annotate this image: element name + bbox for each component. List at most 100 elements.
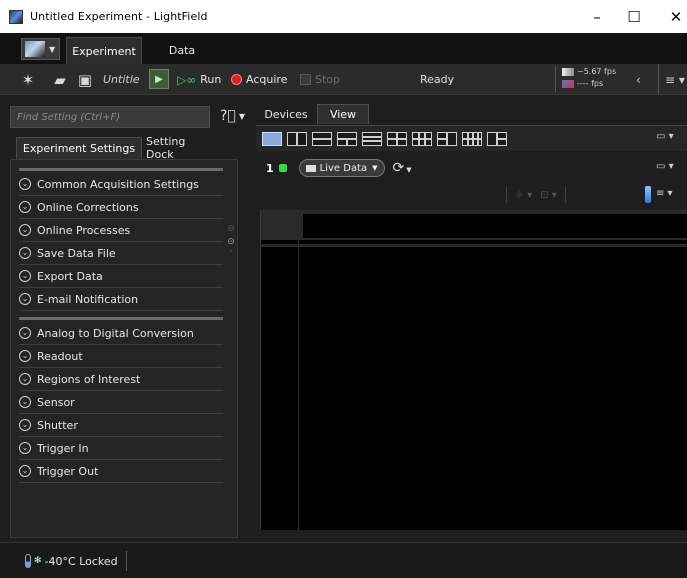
- view-panel: Devices View ▭ ▾ 1 Live Data ▼ ⟳ ▼ ▭ ▾ ☼ …: [252, 100, 687, 542]
- layout-top-bottom-split-button[interactable]: [337, 131, 357, 146]
- layout-three-rows-button[interactable]: [362, 131, 382, 146]
- new-experiment-button[interactable]: ✶: [18, 69, 38, 90]
- setting-shutter[interactable]: ⌄ Shutter: [19, 414, 223, 437]
- open-experiment-button[interactable]: ▰: [50, 69, 70, 90]
- setting-label: Analog to Digital Conversion: [37, 326, 194, 340]
- setting-common-acquisition[interactable]: ⌄ Common Acquisition Settings: [19, 173, 223, 196]
- expand-chevron-icon: ⌄: [19, 442, 31, 454]
- refresh-button[interactable]: ⟳ ▼: [393, 160, 412, 176]
- layout-single-button[interactable]: [262, 131, 282, 146]
- display-options-button[interactable]: ▭ ▾: [656, 131, 674, 142]
- group-divider: [19, 168, 223, 171]
- layout-left-stack-button[interactable]: [437, 131, 457, 146]
- plot-menu-button[interactable]: ≡ ▾: [656, 188, 673, 199]
- color-scale-icon[interactable]: [645, 186, 651, 203]
- setting-label: Sensor: [37, 395, 75, 409]
- layout-divider: [472, 132, 474, 145]
- tab-data[interactable]: Data: [158, 37, 206, 64]
- tab-view[interactable]: View: [317, 104, 369, 124]
- maximize-button[interactable]: ☐: [612, 0, 656, 33]
- camera-icon: [305, 164, 316, 172]
- layout-divider: [346, 137, 348, 145]
- layout-right-stack-button[interactable]: [487, 131, 507, 146]
- folder-icon: ▰: [54, 70, 66, 89]
- close-button[interactable]: ✕: [654, 0, 687, 33]
- lightfield-app-icon: [9, 9, 23, 24]
- monitor-icon: ▭ ▾: [656, 131, 674, 142]
- sensor-temperature-status[interactable]: ✻ -40°C Locked: [25, 551, 127, 571]
- setting-label: Online Processes: [37, 223, 131, 237]
- fps-display: ---- fps: [577, 79, 604, 88]
- setting-adc[interactable]: ⌄ Analog to Digital Conversion: [19, 322, 223, 345]
- help-button[interactable]: ?⃝ ▼: [220, 108, 245, 124]
- hamburger-menu-icon: ≡ ▾: [656, 188, 673, 199]
- setting-email-notification[interactable]: ⌄ E-mail Notification: [19, 288, 223, 311]
- run-label: Run: [200, 73, 222, 86]
- layout-divider: [296, 132, 298, 145]
- run-button[interactable]: ▷∞ Run: [173, 69, 223, 90]
- view-display-button[interactable]: ▭ ▾: [656, 161, 674, 172]
- title-bar: Untitled Experiment - LightField – ☐ ✕: [0, 0, 687, 33]
- layout-divider: [363, 135, 381, 138]
- brightness-icon[interactable]: ☼ ▾: [515, 190, 532, 201]
- tab-experiment[interactable]: Experiment: [66, 37, 142, 64]
- save-experiment-button[interactable]: ▣: [75, 69, 95, 90]
- expand-chevron-icon: ⌄: [19, 224, 31, 236]
- tab-experiment-settings[interactable]: Experiment Settings: [16, 137, 142, 159]
- data-view-plot[interactable]: [260, 210, 687, 530]
- expand-chevron-icon: ⌄: [19, 373, 31, 385]
- layout-divider: [418, 132, 420, 145]
- tab-devices[interactable]: Devices: [262, 104, 310, 124]
- toolbar-menu-button[interactable]: ≡ ▾: [658, 64, 685, 95]
- wand-icon: ✶: [21, 70, 35, 89]
- refresh-icon: ⟳: [392, 160, 405, 176]
- layout-divider: [424, 132, 426, 145]
- setting-export-data[interactable]: ⌄ Export Data: [19, 265, 223, 288]
- chevron-down-icon: ▼: [372, 164, 378, 172]
- layout-grid-six-button[interactable]: [412, 131, 432, 146]
- find-setting-input[interactable]: Find Setting (Ctrl+F): [10, 106, 210, 128]
- setting-label: Readout: [37, 349, 83, 363]
- plot-y-axis-strip: [261, 240, 299, 530]
- setting-online-processes[interactable]: ⌄ Online Processes: [19, 219, 223, 242]
- setting-trigger-in[interactable]: ⌄ Trigger In: [19, 437, 223, 460]
- layout-split-vertical-button[interactable]: [287, 131, 307, 146]
- help-icon: ?⃝: [220, 108, 236, 124]
- acquire-button[interactable]: Acquire: [227, 69, 289, 90]
- setting-label: Shutter: [37, 418, 78, 432]
- setting-online-corrections[interactable]: ⌄ Online Corrections: [19, 196, 223, 219]
- application-menu-button[interactable]: ▼: [21, 38, 60, 60]
- collapse-arrow-button[interactable]: ‹: [636, 64, 641, 95]
- setting-save-data-file[interactable]: ⌄ Save Data File: [19, 242, 223, 265]
- data-source-dropdown[interactable]: Live Data ▼: [298, 159, 385, 177]
- layout-divider: [446, 132, 448, 145]
- settings-scroll-controls[interactable]: ⊖ ⊝ ˄: [224, 223, 238, 262]
- setting-regions-of-interest[interactable]: ⌄ Regions of Interest: [19, 368, 223, 391]
- view-layout-bar: ▭ ▾: [256, 125, 687, 151]
- region-select-icon[interactable]: ⊡ ▾: [540, 190, 557, 201]
- layout-divider: [313, 137, 331, 140]
- expand-chevron-icon: ⌄: [19, 201, 31, 213]
- hamburger-menu-icon: ≡ ▾: [665, 72, 685, 87]
- preview-button[interactable]: ▶: [149, 69, 169, 89]
- frame-rate-indicator: ~5.67 fps ---- fps: [555, 66, 616, 92]
- expand-chevron-icon: ⌄: [19, 293, 31, 305]
- acquisition-status: Ready: [420, 73, 455, 86]
- setting-readout[interactable]: ⌄ Readout: [19, 345, 223, 368]
- setting-trigger-out[interactable]: ⌄ Trigger Out: [19, 460, 223, 483]
- layout-divider: [498, 137, 506, 140]
- group-divider: [19, 317, 223, 320]
- stop-button[interactable]: Stop: [296, 69, 346, 90]
- data-source-value: Live Data: [319, 162, 368, 174]
- expand-all-icon: ⊝: [227, 237, 235, 247]
- setting-sensor[interactable]: ⌄ Sensor: [19, 391, 223, 414]
- stop-icon: [300, 74, 311, 85]
- chevron-down-icon: ▼: [49, 44, 56, 54]
- layout-grid-eight-button[interactable]: [462, 131, 482, 146]
- layout-split-horizontal-button[interactable]: [312, 131, 332, 146]
- layout-divider: [363, 139, 381, 142]
- active-indicator-icon: [278, 164, 287, 172]
- layout-quad-button[interactable]: [387, 131, 407, 146]
- tab-setting-dock[interactable]: Setting Dock: [146, 135, 216, 161]
- display-rate-icon: [562, 80, 574, 88]
